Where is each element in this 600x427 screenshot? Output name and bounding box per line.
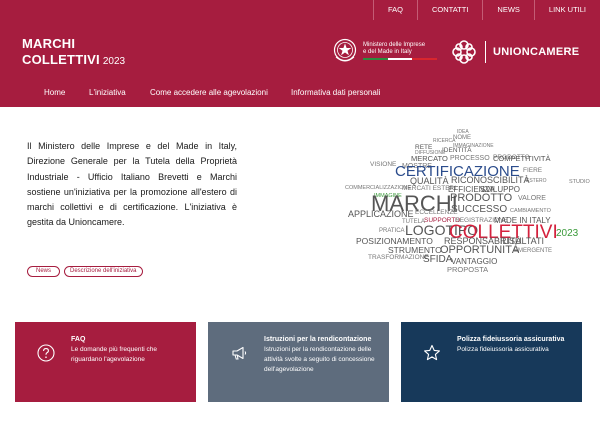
logo-divider: [485, 41, 486, 63]
card-polizza-title: Polizza fideiussoria assicurativa: [457, 336, 565, 343]
brand-year: 2023: [102, 56, 126, 67]
word-cloud-word: SFIDA: [423, 254, 453, 265]
megaphone-icon: [232, 346, 247, 360]
ministry-name: Ministero delle Imprese e del Made in It…: [363, 42, 439, 60]
ministry-logo-link[interactable]: Ministero delle Imprese e del Made in It…: [333, 37, 439, 65]
nav-item-iniziativa[interactable]: L'iniziativa: [89, 81, 126, 105]
unioncamere-logo-link[interactable]: UNIONCAMERE: [451, 39, 579, 65]
card-istruzioni-text: Istruzioni per la rendicontazione Istruz…: [264, 335, 382, 375]
card-istruzioni-rendicontazione[interactable]: Istruzioni per la rendicontazione Istruz…: [208, 322, 389, 402]
ministry-name-line1: Ministero delle Imprese: [363, 42, 426, 48]
card-istruzioni-desc: Istruzioni per la rendicontazione delle …: [264, 346, 375, 373]
nav-item-come-accedere[interactable]: Come accedere alle agevolazioni: [150, 81, 268, 105]
word-cloud-word: COMPETITIVITÀ: [493, 154, 551, 163]
word-cloud-word: ECCELLENZE: [415, 209, 458, 216]
word-cloud-word: FIERE: [523, 167, 543, 174]
word-cloud-word: TRASFORMAZIONE: [368, 254, 429, 261]
ministry-name-line2: e del Made in Italy: [363, 49, 412, 55]
tag-news[interactable]: News: [27, 266, 61, 277]
main-navigation: Home L'iniziativa Come accedere alle age…: [0, 81, 600, 107]
card-polizza-text: Polizza fideiussoria assicurativa Polizz…: [457, 335, 575, 355]
word-cloud-word: APPLICAZIONE: [348, 209, 414, 219]
card-polizza-fideiussoria[interactable]: Polizza fideiussoria assicurativa Polizz…: [401, 322, 582, 402]
word-cloud-word: VALORE: [518, 195, 546, 202]
word-cloud-word: CAMBIAMENTO: [510, 208, 551, 214]
card-faq[interactable]: FAQ Le domande più frequenti che riguard…: [15, 322, 196, 402]
site-logo-link[interactable]: MARCHI COLLETTIVI 2023: [22, 37, 125, 69]
card-faq-title: FAQ: [71, 336, 86, 343]
unioncamere-flower-icon: [452, 40, 476, 64]
utility-link-news[interactable]: NEWS: [482, 0, 534, 20]
utility-links: FAQ CONTATTI NEWS LINK UTILI: [373, 0, 600, 20]
word-cloud-word: RICONOSCIBILITÀ: [451, 175, 530, 185]
word-cloud-word: VISIONE: [370, 161, 397, 168]
card-faq-desc: Le domande più frequenti che riguardano …: [71, 346, 158, 363]
card-faq-text: FAQ Le domande più frequenti che riguard…: [71, 335, 189, 365]
site-header: MARCHI COLLETTIVI 2023 Ministero delle Im…: [0, 20, 600, 81]
utility-link-link-utili[interactable]: LINK UTILI: [533, 0, 600, 20]
word-cloud-word: SUCCESSO: [451, 204, 508, 215]
word-cloud-word: MERCATO: [411, 154, 448, 163]
intro-paragraph: Il Ministero delle Imprese e del Made in…: [27, 141, 237, 228]
word-cloud-word: PRODOTTO: [450, 192, 513, 204]
card-polizza-desc: Polizza fideiussoria assicurativa: [457, 346, 549, 353]
word-cloud-word: PROPOSTA: [447, 265, 489, 274]
italian-republic-emblem-icon: [333, 38, 357, 62]
brand-title-line2: COLLETTIVI: [22, 52, 100, 67]
word-cloud-word: PROCESSO: [450, 155, 490, 162]
nav-item-informativa[interactable]: Informativa dati personali: [291, 81, 380, 105]
word-cloud-word: 2023: [556, 228, 579, 239]
utility-link-faq[interactable]: FAQ: [373, 0, 417, 20]
word-cloud-image: IDEA NOME RICERCA IMMAGINAZIONE RETE IDENTITÀ…: [345, 125, 598, 280]
utility-link-contatti[interactable]: CONTATTI: [417, 0, 482, 20]
word-cloud-word: PRATICA: [379, 228, 405, 234]
word-cloud-word: ESTERO: [526, 178, 547, 184]
star-icon: [424, 344, 440, 361]
unioncamere-wordmark: UNIONCAMERE: [493, 46, 580, 58]
card-istruzioni-title: Istruzioni per la rendicontazione: [264, 336, 372, 343]
italian-flag-stripe: [363, 58, 438, 60]
question-icon: [37, 344, 55, 362]
brand-title-line1: MARCHI: [22, 36, 76, 51]
word-cloud-word: EMERGENTE: [514, 248, 553, 254]
top-utility-bar: FAQ CONTATTI NEWS LINK UTILI: [0, 0, 600, 20]
word-cloud-word: STUDIO: [569, 179, 590, 185]
nav-item-home[interactable]: Home: [44, 81, 65, 105]
tag-descrizione-iniziativa[interactable]: Descrizione dell'iniziativa: [64, 266, 143, 277]
intro-tags: News Descrizione dell'iniziativa: [27, 266, 143, 277]
